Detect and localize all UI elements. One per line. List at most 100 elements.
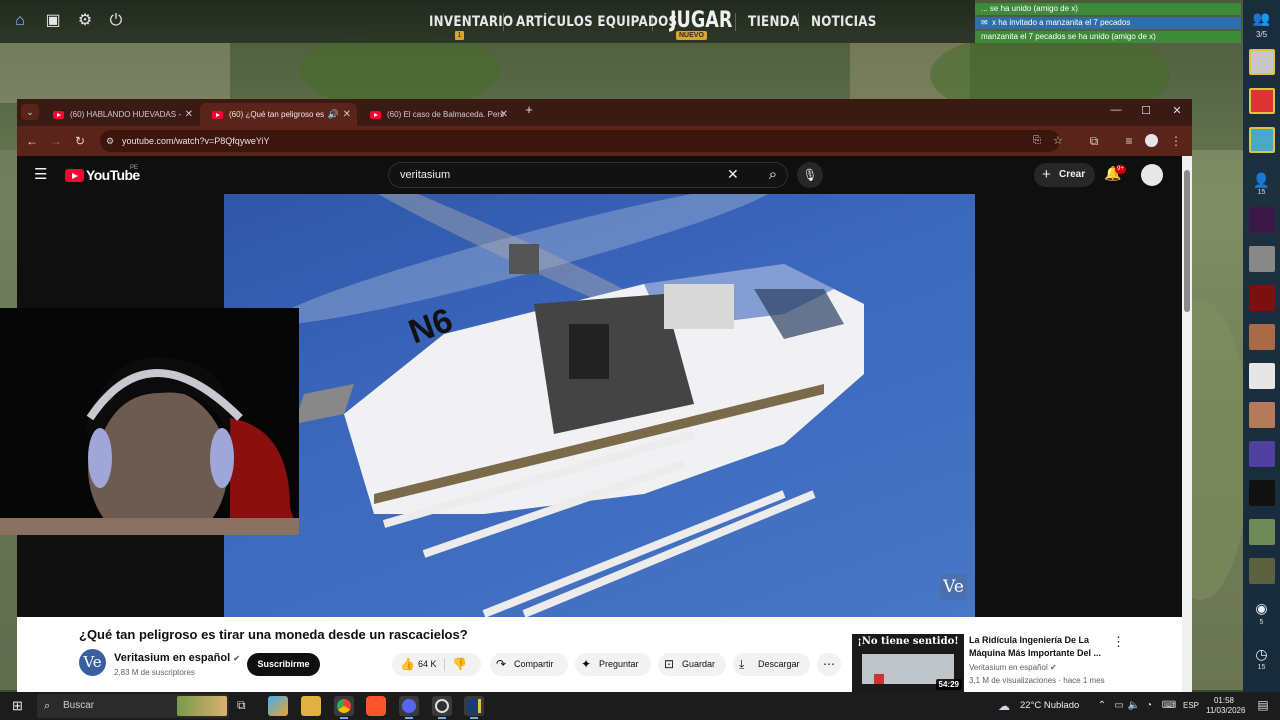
keyboard-icon[interactable]: ⌨ <box>1160 700 1178 712</box>
recommended-menu-icon[interactable]: ⋮ <box>1112 634 1125 650</box>
close-icon[interactable]: ✕ <box>500 103 508 126</box>
scrollbar[interactable] <box>1182 156 1192 692</box>
video-player[interactable]: N6 <box>224 194 975 617</box>
game-launcher-app-icon[interactable] <box>464 696 484 719</box>
channel-name[interactable]: Veritasium en español ✔ <box>114 652 240 664</box>
chrome-app-icon[interactable] <box>334 696 354 719</box>
windows-start-icon[interactable]: ⊞ <box>12 698 23 714</box>
party-member-avatar[interactable] <box>1249 49 1275 75</box>
recommended-video[interactable]: ¡No tiene sentido! 54:29 La Ridícula Ing… <box>852 634 1152 692</box>
friend-avatar[interactable] <box>1249 480 1275 506</box>
party-member-avatar[interactable] <box>1249 88 1275 114</box>
language-indicator[interactable]: ESP <box>1183 692 1199 720</box>
volume-icon[interactable]: 🔈 <box>1127 700 1141 712</box>
friend-avatar[interactable] <box>1249 519 1275 545</box>
obs-app-icon[interactable] <box>432 696 452 719</box>
subscribe-button[interactable]: Suscribirme <box>247 653 320 676</box>
recommended-thumbnail[interactable]: ¡No tiene sentido! 54:29 <box>852 634 964 692</box>
scroll-thumb[interactable] <box>1184 170 1190 312</box>
clock[interactable]: 01:58 11/03/2026 <box>1206 696 1245 716</box>
tab-search-button[interactable]: ⌄ <box>21 104 39 120</box>
like-icon[interactable]: 👍 <box>400 653 415 676</box>
friend-avatar[interactable] <box>1249 402 1275 428</box>
minimize-button[interactable]: — <box>1106 104 1126 116</box>
nav-inventario[interactable]: INVENTARIO <box>429 14 513 30</box>
voice-search-icon[interactable]: 🎙 <box>797 162 823 188</box>
network-icon[interactable]: ▭ <box>1112 700 1126 712</box>
new-tab-button[interactable]: + <box>519 102 539 117</box>
weather-text[interactable]: 22°C Nublado <box>1020 692 1079 720</box>
party-member-avatar[interactable] <box>1249 127 1275 153</box>
search-input[interactable]: veritasium <box>400 163 450 187</box>
site-info-icon[interactable]: ⚙ <box>106 130 114 152</box>
search-box[interactable]: veritasium ✕ <box>388 162 788 188</box>
dislike-icon[interactable]: 👎 <box>452 653 467 676</box>
tab-caso-balmaceda[interactable]: (60) El caso de Balmaceda. Pers ✕ <box>358 103 514 126</box>
download-button[interactable]: ⤓ Descargar <box>733 653 810 676</box>
save-button[interactable]: ⊡ Guardar <box>658 653 726 676</box>
friend-avatar[interactable] <box>1249 558 1275 584</box>
back-icon[interactable]: ← <box>24 133 40 149</box>
weather-cloud-icon[interactable]: ☁ <box>998 699 1010 713</box>
nav-articulos-equipados[interactable]: ARTÍCULOS EQUIPADOS <box>516 14 677 30</box>
home-icon[interactable]: ⌂ <box>11 12 29 30</box>
account-avatar[interactable] <box>1141 164 1163 186</box>
recent-icon[interactable]: ◷ <box>1243 646 1280 663</box>
channel-avatar[interactable]: Ve <box>79 649 106 676</box>
profile-avatar[interactable] <box>1145 134 1158 147</box>
bookmark-star-icon[interactable]: ☆ <box>1053 130 1063 152</box>
close-icon[interactable]: ✕ <box>343 103 351 126</box>
discord-app-icon[interactable] <box>399 696 419 719</box>
reload-icon[interactable]: ↻ <box>72 133 88 149</box>
hamburger-menu-icon[interactable]: ☰ <box>34 165 47 183</box>
show-hidden-icons-icon[interactable]: ⌃ <box>1095 700 1109 712</box>
file-explorer-app-icon[interactable] <box>301 696 321 716</box>
friend-avatar[interactable] <box>1249 324 1275 350</box>
taskbar-search-input[interactable]: Buscar <box>63 694 94 718</box>
forward-icon[interactable]: → <box>48 133 64 149</box>
clear-search-icon[interactable]: ✕ <box>727 162 739 186</box>
ask-button[interactable]: ✦ Preguntar <box>575 653 651 676</box>
cast-icon[interactable]: ⎘ <box>1033 130 1041 152</box>
friend-avatar[interactable] <box>1249 285 1275 311</box>
gear-icon[interactable]: ⚙ <box>76 12 94 30</box>
search-icon[interactable]: ⌕ <box>758 162 788 188</box>
audio-playing-icon[interactable]: 🔊 <box>328 103 339 126</box>
channel-name-text[interactable]: Veritasium en español <box>114 652 230 664</box>
nav-tienda[interactable]: TIENDA <box>748 14 799 30</box>
tab-hablando-huevadas[interactable]: (60) HABLANDO HUEVADAS - ✕ <box>41 103 199 126</box>
channel-watermark[interactable]: Ve <box>940 574 967 600</box>
brave-app-icon[interactable] <box>366 696 386 716</box>
like-count[interactable]: 64 K <box>418 653 437 676</box>
browser-menu-icon[interactable]: ⋮ <box>1168 133 1184 149</box>
close-icon[interactable]: ✕ <box>185 103 193 126</box>
task-view-icon[interactable]: ⧉ <box>237 698 246 713</box>
nav-noticias[interactable]: NOTICIAS <box>811 14 877 30</box>
share-button[interactable]: ↷ Compartir <box>490 653 568 676</box>
friend-avatar[interactable] <box>1249 363 1275 389</box>
media-control-icon[interactable]: ≡ <box>1121 133 1137 149</box>
security-icon[interactable]: ◔ <box>1142 700 1156 712</box>
extensions-icon[interactable]: ⧉ <box>1086 133 1102 149</box>
power-icon[interactable]: ⏻ <box>107 12 125 30</box>
broadcast-icon[interactable]: ◉ <box>1243 600 1280 617</box>
youtube-logo-icon[interactable] <box>65 169 84 182</box>
recommended-title[interactable]: La Ridícula Ingeniería De La Máquina Más… <box>969 634 1109 660</box>
more-actions-icon[interactable]: ⋯ <box>817 653 841 676</box>
address-bar[interactable]: ⚙ youtube.com/watch?v=P8QfqyweYiY ⎘ ☆ <box>100 130 1063 152</box>
copilot-app-icon[interactable] <box>268 696 288 716</box>
close-window-button[interactable]: ✕ <box>1167 104 1187 117</box>
recommended-channel[interactable]: Veritasium en español ✔ <box>969 663 1057 672</box>
taskbar-search[interactable]: ⌕ Buscar <box>37 694 229 718</box>
tv-icon[interactable]: ▣ <box>44 12 62 30</box>
notification-center-icon[interactable]: ▤ <box>1256 699 1270 711</box>
friend-avatar[interactable] <box>1249 246 1275 272</box>
friends-icon[interactable]: 👤 <box>1243 172 1280 189</box>
friend-avatar[interactable] <box>1249 207 1275 233</box>
create-button[interactable]: + Crear <box>1034 163 1095 187</box>
friend-avatar[interactable] <box>1249 441 1275 467</box>
nav-jugar[interactable]: JUGAR <box>670 8 732 33</box>
tab-que-tan-peligroso[interactable]: (60) ¿Qué tan peligroso es 🔊 ✕ <box>200 103 357 126</box>
url-text[interactable]: youtube.com/watch?v=P8QfqyweYiY <box>122 130 270 152</box>
recommended-channel-text[interactable]: Veritasium en español <box>969 663 1048 672</box>
